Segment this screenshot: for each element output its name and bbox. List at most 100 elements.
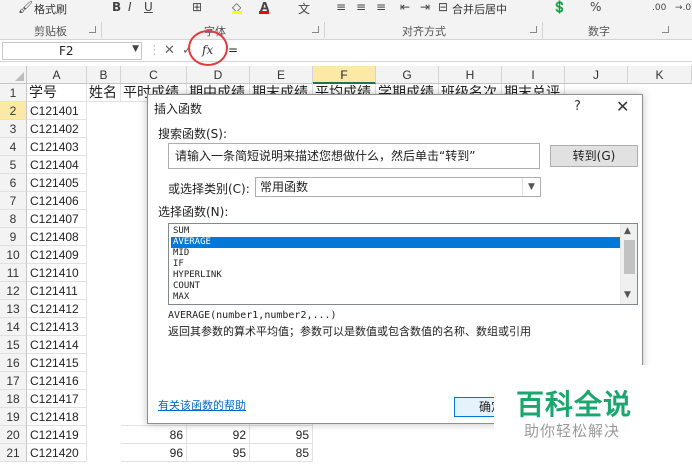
border-icon[interactable]: ⊞ [192, 0, 202, 14]
scroll-down-icon[interactable]: ▼ [624, 290, 631, 300]
cell-header[interactable]: 学号 [27, 84, 87, 102]
cell-id[interactable]: C121406 [27, 192, 87, 210]
cell-id[interactable]: C121416 [27, 372, 87, 390]
font-launcher-icon[interactable] [312, 26, 319, 33]
column-header-selected[interactable]: F [313, 66, 376, 84]
scroll-up-icon[interactable]: ▲ [624, 226, 631, 236]
cell-id[interactable]: C121415 [27, 354, 87, 372]
function-help-link[interactable]: 有关该函数的帮助 [158, 397, 246, 413]
column-header[interactable]: C [121, 66, 187, 84]
cell-score[interactable]: 95 [250, 426, 313, 444]
underline-icon[interactable]: U [144, 0, 153, 14]
column-header[interactable]: G [376, 66, 439, 84]
cell-id[interactable]: C121401 [27, 102, 87, 120]
formula-input[interactable]: = [228, 43, 238, 57]
chevron-down-icon[interactable]: ▼ [522, 178, 540, 196]
cell-header[interactable]: 姓名 [87, 84, 121, 102]
row-header[interactable]: 14 [0, 318, 27, 336]
alignment-launcher-icon[interactable] [530, 26, 537, 33]
function-list[interactable]: SUM AVERAGE MID IF HYPERLINK COUNT MAX ▲… [168, 223, 638, 305]
italic-icon[interactable]: I [128, 0, 132, 14]
scroll-thumb[interactable] [624, 240, 635, 274]
column-header[interactable]: A [27, 66, 87, 84]
function-list-item[interactable]: MAX [171, 292, 189, 303]
row-header[interactable]: 9 [0, 228, 27, 246]
cell-id[interactable]: C121411 [27, 282, 87, 300]
function-list-item[interactable]: IF [171, 259, 184, 270]
row-header[interactable]: 12 [0, 282, 27, 300]
column-header[interactable]: D [187, 66, 250, 84]
row-header[interactable]: 4 [0, 138, 27, 156]
row-header[interactable]: 1 [0, 84, 27, 102]
row-header[interactable]: 5 [0, 156, 27, 174]
cell-id[interactable]: C121409 [27, 246, 87, 264]
cell-id[interactable]: C121418 [27, 408, 87, 426]
row-header[interactable]: 8 [0, 210, 27, 228]
select-all-corner[interactable] [0, 66, 27, 84]
column-header[interactable]: H [439, 66, 502, 84]
row-header[interactable]: 20 [0, 426, 27, 444]
row-header[interactable]: 6 [0, 174, 27, 192]
function-list-item[interactable]: HYPERLINK [171, 270, 222, 281]
row-header[interactable]: 15 [0, 336, 27, 354]
row-header[interactable]: 21 [0, 444, 27, 462]
accounting-format-icon[interactable]: 💲 [552, 0, 567, 14]
goto-button[interactable]: 转到(G) [550, 145, 638, 167]
cell-id[interactable]: C121412 [27, 300, 87, 318]
format-painter-icon[interactable]: 🖌 [18, 0, 33, 14]
align-right-icon[interactable]: ≡ [376, 0, 386, 14]
column-header[interactable]: K [628, 66, 692, 84]
merge-center-icon[interactable]: ⊟ [438, 0, 448, 14]
cell-score[interactable]: 86 [121, 426, 187, 444]
cancel-entry-icon[interactable]: ✕ [164, 43, 175, 58]
name-box[interactable]: F2 ▼ [2, 42, 142, 60]
close-icon[interactable]: ✕ [616, 97, 629, 116]
function-list-item[interactable]: COUNT [171, 281, 200, 292]
number-launcher-icon[interactable] [662, 26, 669, 33]
percent-icon[interactable]: % [590, 0, 601, 14]
row-header[interactable]: 17 [0, 372, 27, 390]
cell-id[interactable]: C121404 [27, 156, 87, 174]
cell-id[interactable]: C121410 [27, 264, 87, 282]
align-center-icon[interactable]: ≡ [356, 0, 366, 14]
cell-id[interactable]: C121420 [27, 444, 87, 462]
cell-id[interactable]: C121405 [27, 174, 87, 192]
clipboard-launcher-icon[interactable] [89, 26, 96, 33]
function-list-item[interactable]: SUM [171, 226, 189, 237]
cell-score[interactable]: 95 [187, 444, 250, 462]
format-painter-label[interactable]: 格式刷 [34, 1, 67, 17]
cell-id[interactable]: C121417 [27, 390, 87, 408]
row-header[interactable]: 18 [0, 390, 27, 408]
cell-id[interactable]: C121402 [27, 120, 87, 138]
chevron-down-icon[interactable]: ▼ [132, 44, 139, 54]
row-header[interactable]: 10 [0, 246, 27, 264]
column-header[interactable]: I [502, 66, 565, 84]
row-header[interactable]: 16 [0, 354, 27, 372]
cell-id[interactable]: C121419 [27, 426, 87, 444]
align-left-icon[interactable]: ≡ [336, 0, 346, 14]
row-header[interactable]: 19 [0, 408, 27, 426]
decimal-decrease-icon[interactable]: →.0 [675, 3, 691, 13]
decimal-increase-icon[interactable]: .00 [652, 3, 666, 13]
indent-icon[interactable]: ⇤ [400, 0, 410, 14]
outdent-icon[interactable]: ⇥ [420, 0, 430, 14]
function-list-item[interactable]: MID [171, 248, 189, 259]
column-header[interactable]: E [250, 66, 313, 84]
cell-score[interactable]: 96 [121, 444, 187, 462]
function-list-item-selected[interactable]: AVERAGE [171, 237, 621, 248]
row-header[interactable]: 11 [0, 264, 27, 282]
cell-score[interactable]: 85 [250, 444, 313, 462]
cell-score[interactable]: 92 [187, 426, 250, 444]
cell-id[interactable]: C121413 [27, 318, 87, 336]
column-header[interactable]: J [565, 66, 628, 84]
merge-center-label[interactable]: 合并后居中 [452, 1, 507, 17]
help-icon[interactable]: ? [574, 99, 581, 114]
function-list-scrollbar[interactable]: ▲ ▼ [620, 224, 637, 304]
row-header[interactable]: 13 [0, 300, 27, 318]
search-function-input[interactable]: 请输入一条简短说明来描述您想做什么，然后单击“转到” [168, 143, 540, 169]
cell-id[interactable]: C121408 [27, 228, 87, 246]
cell-id[interactable]: C121414 [27, 336, 87, 354]
column-header[interactable]: B [87, 66, 121, 84]
category-select[interactable]: 常用函数 ▼ [255, 177, 541, 197]
cell-id[interactable]: C121403 [27, 138, 87, 156]
